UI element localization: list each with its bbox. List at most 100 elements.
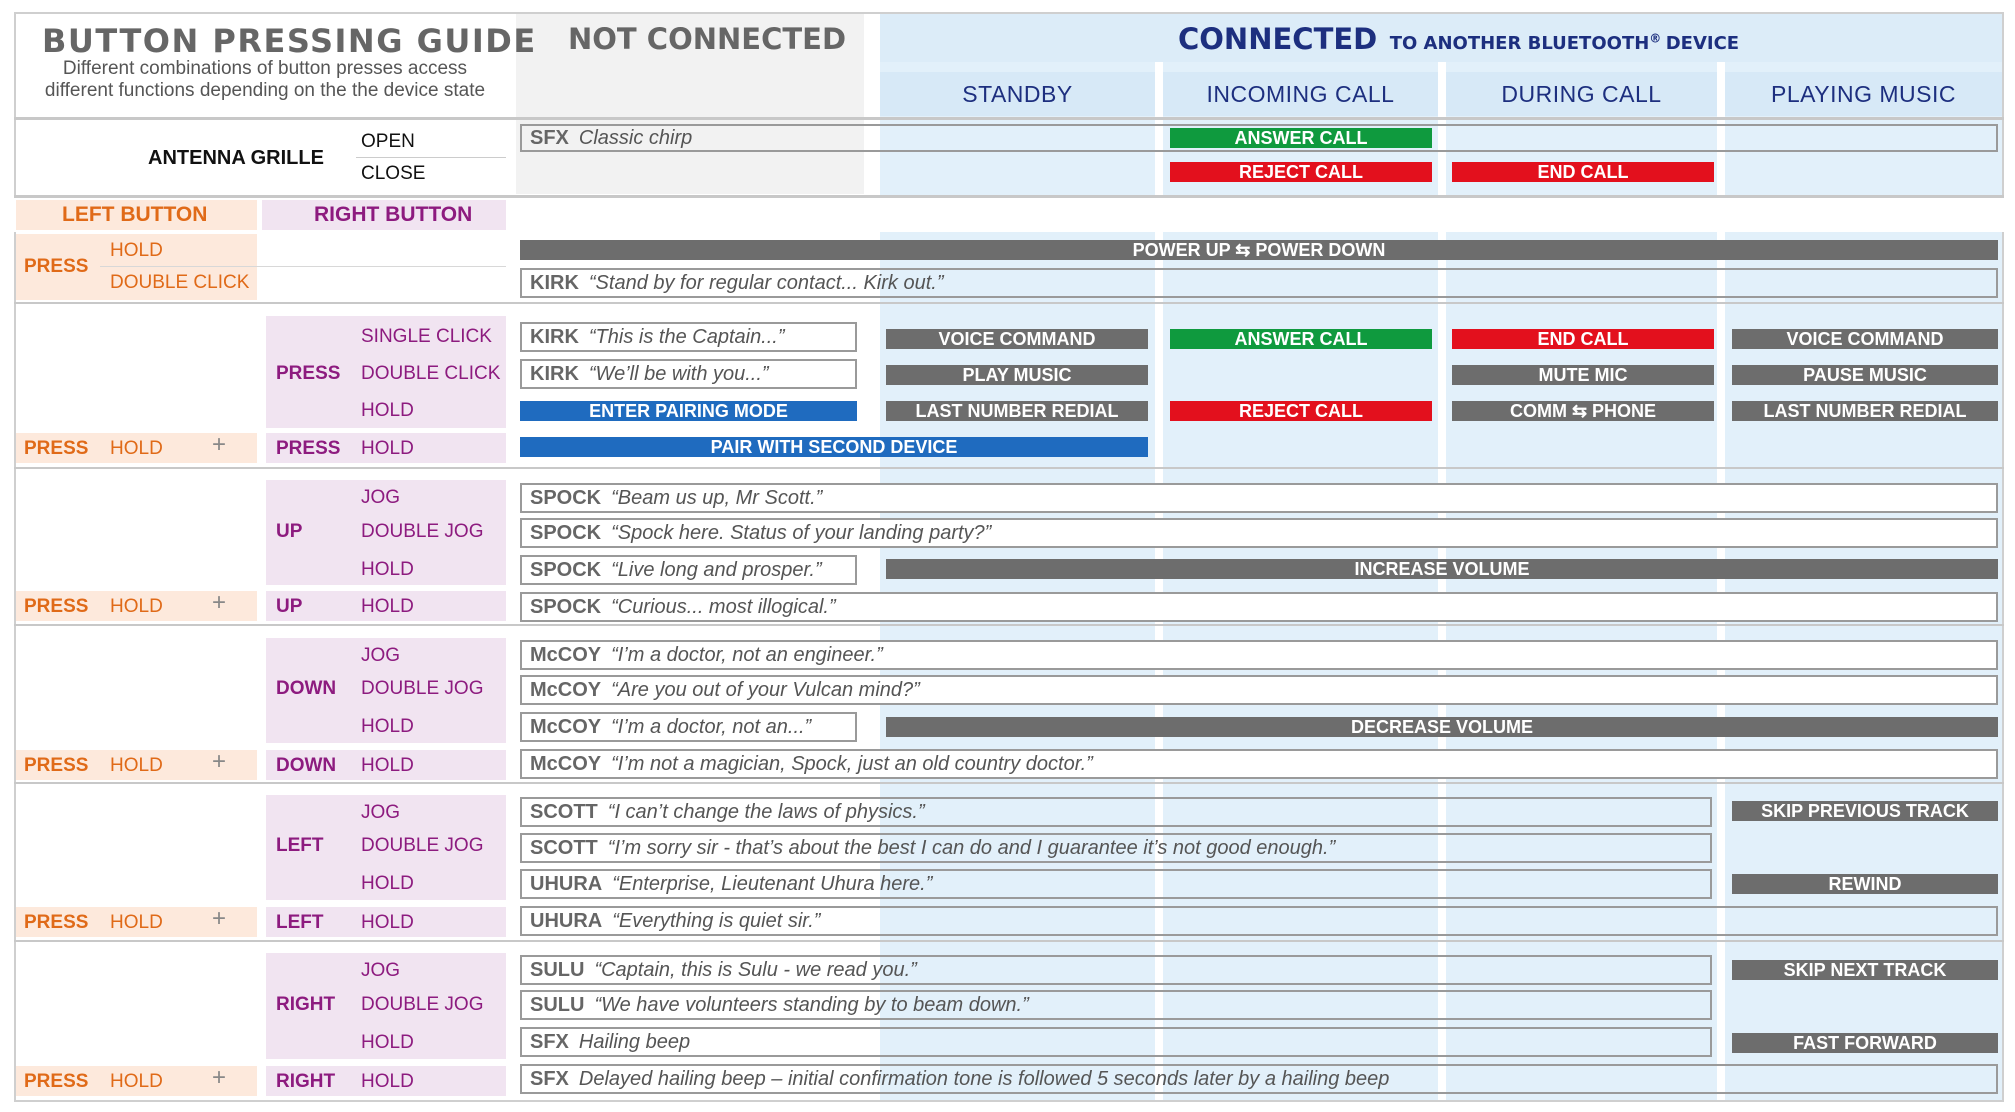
left-button-header: LEFT BUTTON (62, 203, 208, 226)
up-combo-hold-right: HOLD (361, 596, 414, 617)
sound-text: “Enterprise, Lieutenant Uhura here.” (612, 873, 933, 895)
speaker-uhura: UHURA (530, 873, 603, 895)
left-section-divider (14, 940, 2004, 942)
sound-text: “I’m not a magician, Spock, just an old … (611, 753, 1093, 775)
left-jog-sound: SCOTT “I can’t change the laws of physics… (520, 797, 1712, 827)
combo-left-press: PRESS (24, 438, 89, 459)
left-dir-double-jog: DOUBLE JOG (361, 835, 484, 856)
right-press-hold: HOLD (361, 400, 414, 421)
sound-text: “Everything is quiet sir.” (612, 910, 821, 932)
right-combo-hold-right: HOLD (361, 1071, 414, 1092)
speaker-sfx: SFX (530, 1031, 569, 1053)
down-section-divider (14, 782, 2004, 784)
sound-text: “Stand by for regular contact... Kirk ou… (588, 272, 944, 294)
down-combo-hold-right: HOLD (361, 755, 414, 776)
left-press-double-click: DOUBLE CLICK (110, 272, 250, 293)
left-hold-sound: UHURA “Enterprise, Lieutenant Uhura here.… (520, 869, 1712, 899)
right-press-double-click: DOUBLE CLICK (361, 363, 501, 384)
up-combo-up: UP (276, 596, 303, 617)
speaker-spock: SPOCK (530, 522, 602, 544)
left-press-hold: HOLD (110, 240, 163, 261)
sound-text: “I can’t change the laws of physics.” (607, 801, 925, 823)
up-combo-hold: HOLD (110, 596, 163, 617)
down-double-jog-sound: McCOY “Are you out of your Vulcan mind?” (520, 675, 1998, 705)
down-combo-press: PRESS (24, 755, 89, 776)
up-section-divider (14, 624, 2004, 626)
right-double-jog-sound: SULU “We have volunteers standing by to b… (520, 990, 1712, 1020)
guide-title: BUTTON PRESSING GUIDE (42, 22, 537, 60)
incoming-answer-call-bar: ANSWER CALL (1170, 329, 1432, 349)
sound-text: “This is the Captain...” (588, 326, 785, 348)
speaker-spock: SPOCK (530, 487, 602, 509)
left-combo-hold: HOLD (110, 912, 163, 933)
down-jog: JOG (361, 645, 401, 666)
speaker-mccoy: McCOY (530, 716, 602, 738)
registered-mark: ® (1649, 31, 1662, 46)
left-press-divider (100, 266, 506, 267)
sound-text: “Are you out of your Vulcan mind?” (611, 679, 920, 701)
up-jog: JOG (361, 487, 401, 508)
right-combo-press: PRESS (24, 1071, 89, 1092)
up-hold: HOLD (361, 559, 414, 580)
speaker-kirk: KIRK (530, 363, 579, 385)
sound-text: Delayed hailing beep – initial confirmat… (578, 1068, 1390, 1090)
up-double-jog: DOUBLE JOG (361, 521, 484, 542)
speaker-sfx: SFX (530, 127, 569, 149)
right-jog-sound: SULU “Captain, this is Sulu - we read you… (520, 955, 1712, 985)
speaker-mccoy: McCOY (530, 753, 602, 775)
during-comm-phone-bar: COMM ⇆ PHONE (1452, 401, 1714, 421)
right-combo-right: RIGHT (276, 1071, 336, 1092)
fast-forward-bar: FAST FORWARD (1732, 1033, 1998, 1053)
press-section-divider (14, 467, 2004, 469)
decrease-volume-bar: DECREASE VOLUME (886, 717, 1998, 737)
speaker-kirk: KIRK (530, 326, 579, 348)
left-dir-hold: HOLD (361, 873, 414, 894)
sound-text: “I’m a doctor, not an...” (611, 716, 812, 738)
antenna-end-call-bar: END CALL (1452, 162, 1714, 182)
combo-right-hold: HOLD (361, 438, 414, 459)
right-double-click-sound: KIRK “We’ll be with you...” (520, 359, 857, 389)
speaker-kirk: KIRK (530, 272, 579, 294)
up-combo-plus: + (212, 589, 227, 616)
right-combo-hold: HOLD (110, 1071, 163, 1092)
connected-heading: CONNECTED TO ANOTHER BLUETOOTH® DEVICE (1178, 22, 1739, 56)
speaker-sfx: SFX (530, 1068, 569, 1090)
rewind-bar: REWIND (1732, 874, 1998, 894)
left-press-label: PRESS (24, 256, 89, 277)
right-dir-hold: HOLD (361, 1032, 414, 1053)
speaker-uhura: UHURA (530, 910, 603, 932)
down-combo-down: DOWN (276, 755, 337, 776)
standby-play-music-bar: PLAY MUSIC (886, 365, 1148, 385)
column-header-during-call: DURING CALL (1446, 72, 1717, 116)
right-dir-label: RIGHT (276, 994, 336, 1015)
down-hold-sound: McCOY “I’m a doctor, not an...” (520, 712, 857, 742)
sound-text: Classic chirp (578, 127, 693, 149)
up-hold-sound: SPOCK “Live long and prosper.” (520, 555, 857, 585)
sound-text: “Curious... most illogical.” (611, 596, 836, 618)
antenna-close-label: CLOSE (361, 163, 426, 184)
up-combo-press: PRESS (24, 596, 89, 617)
enter-pairing-mode-bar: ENTER PAIRING MODE (520, 401, 857, 421)
sound-text: “I’m sorry sir - that’s about the best I… (607, 837, 1336, 859)
speaker-scott: SCOTT (530, 837, 598, 859)
speaker-sulu: SULU (530, 994, 585, 1016)
during-end-call-bar: END CALL (1452, 329, 1714, 349)
combo-plus: + (212, 431, 227, 458)
left-combo-press: PRESS (24, 912, 89, 933)
right-combo-sound: SFX Delayed hailing beep – initial confir… (520, 1064, 1998, 1094)
down-label: DOWN (276, 678, 337, 699)
right-button-header: RIGHT BUTTON (314, 203, 473, 226)
up-combo-sound: SPOCK “Curious... most illogical.” (520, 592, 1998, 622)
pair-second-device-bar: PAIR WITH SECOND DEVICE (520, 437, 1148, 457)
skip-previous-track-bar: SKIP PREVIOUS TRACK (1732, 801, 1998, 821)
speaker-mccoy: McCOY (530, 644, 602, 666)
header-divider (14, 117, 2004, 120)
left-dir-label: LEFT (276, 835, 324, 856)
connected-subtitle-device: DEVICE (1665, 33, 1740, 54)
guide-subtitle-line1: Different combinations of button presses… (62, 58, 468, 79)
playing-music-lane (1725, 14, 2002, 1100)
standby-lane (880, 14, 1155, 1100)
up-double-jog-sound: SPOCK “Spock here. Status of your landing… (520, 518, 1998, 548)
standby-voice-command-bar: VOICE COMMAND (886, 329, 1148, 349)
right-hold-sound: SFX Hailing beep (520, 1027, 1712, 1057)
